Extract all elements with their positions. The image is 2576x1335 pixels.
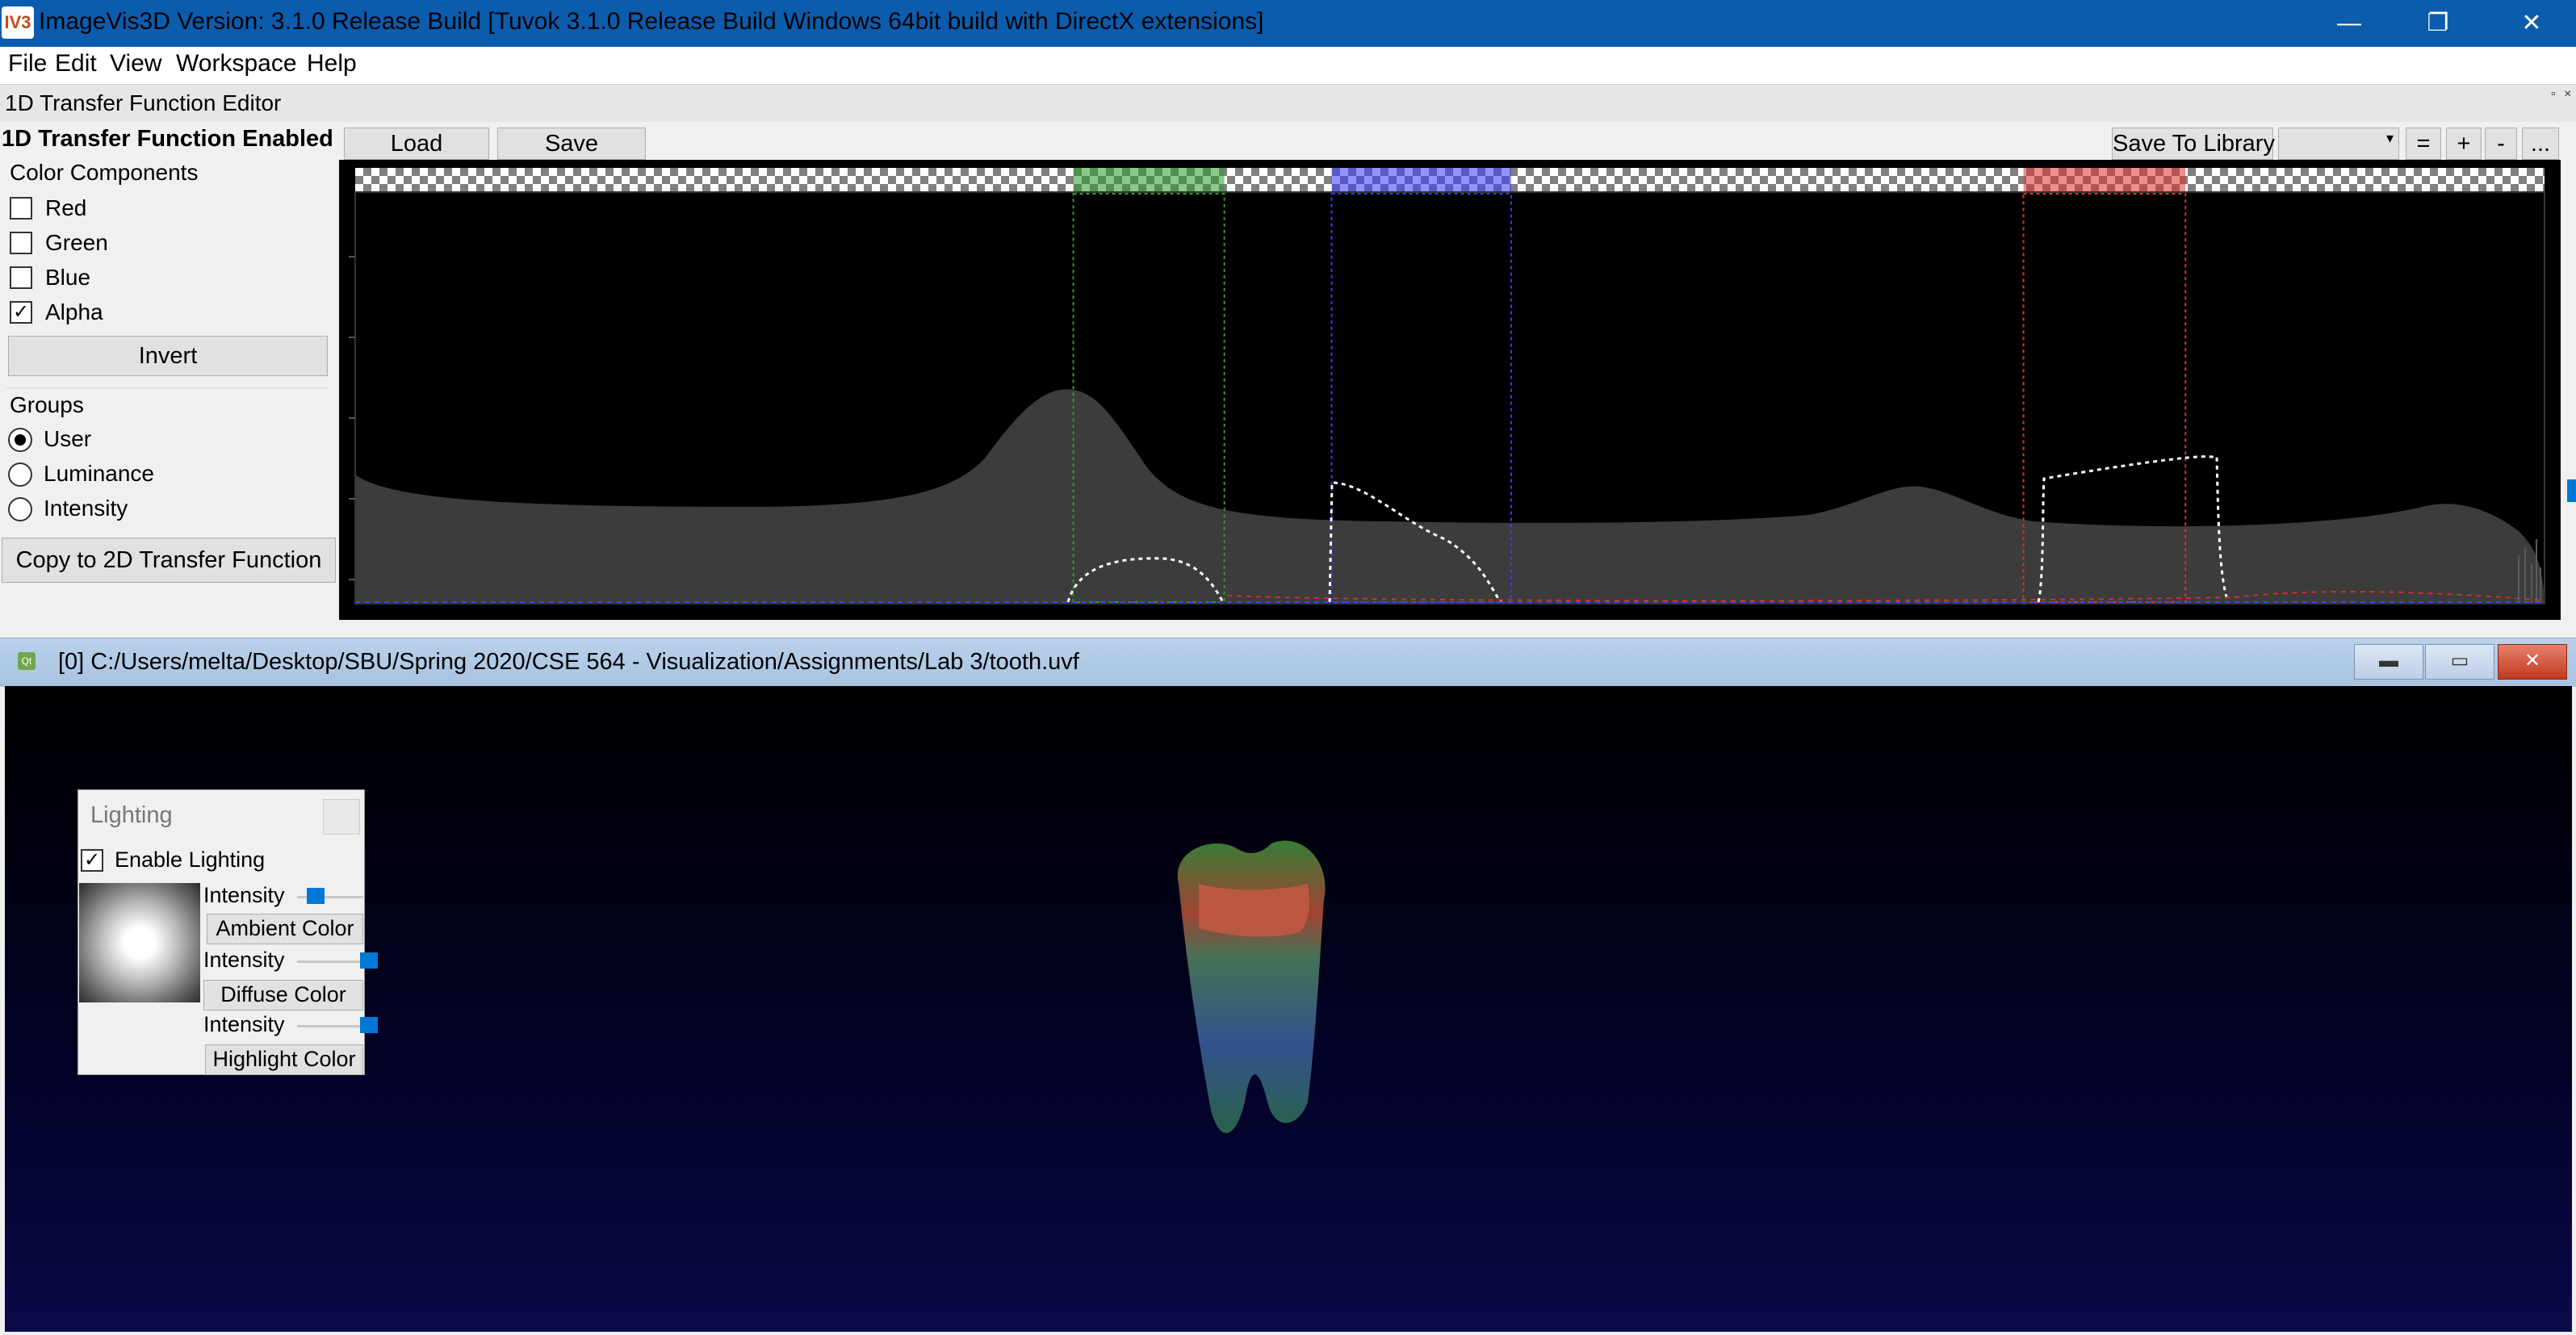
highlight-intensity-slider[interactable] (359, 1017, 378, 1033)
plus-button[interactable]: + (2446, 128, 2482, 160)
load-button[interactable]: Load (344, 128, 489, 160)
render-minimize-button[interactable]: ▬ (2354, 644, 2423, 680)
strip-segment-blue (1331, 168, 1511, 192)
menu-bar (0, 47, 2576, 84)
menu-help[interactable]: Help (307, 50, 357, 77)
tooth-volume-rendering (1177, 840, 1326, 1133)
chevron-down-icon: ▾ (2385, 130, 2394, 146)
ambient-color-button[interactable]: Ambient Color (207, 914, 363, 944)
render-window-title: [0] C:/Users/melta/Desktop/SBU/Spring 20… (58, 649, 1079, 675)
lighting-title: Lighting (90, 802, 173, 828)
panel-close-icon[interactable]: × (2564, 87, 2571, 102)
radio-luminance-label: Luminance (44, 461, 154, 486)
enable-lighting-label: Enable Lighting (115, 847, 266, 872)
radio-user-label: User (44, 426, 92, 451)
diffuse-intensity-slider[interactable] (359, 952, 378, 969)
groups-label: Groups (10, 392, 84, 417)
radio-intensity-label: Intensity (44, 496, 128, 521)
more-button[interactable]: ... (2522, 128, 2559, 160)
menu-edit[interactable]: Edit (55, 50, 97, 77)
highlight-color-button[interactable]: Highlight Color (205, 1044, 363, 1075)
invert-button[interactable]: Invert (8, 336, 328, 376)
close-button[interactable]: ✕ (2487, 0, 2576, 47)
transfer-function-canvas[interactable] (339, 160, 2561, 620)
checkbox-blue-label: Blue (45, 265, 91, 290)
lighting-close-icon[interactable] (323, 799, 360, 835)
radio-user[interactable] (8, 428, 32, 452)
window-title: ImageVis3D Version: 3.1.0 Release Build … (39, 8, 1264, 35)
strip-segment-green (1073, 168, 1225, 192)
radio-luminance[interactable] (8, 462, 32, 487)
checkbox-green[interactable] (10, 232, 32, 254)
minimize-button[interactable]: — (2305, 0, 2394, 47)
ambient-intensity-label: Intensity (203, 883, 285, 907)
diffuse-intensity-label: Intensity (203, 948, 285, 972)
save-button[interactable]: Save (497, 128, 646, 160)
save-to-library-button[interactable]: Save To Library (2112, 128, 2275, 160)
restore-button[interactable]: ❐ (2394, 0, 2482, 47)
divider (6, 387, 329, 388)
checkbox-green-label: Green (45, 230, 108, 255)
highlight-intensity-label: Intensity (203, 1012, 285, 1036)
checkbox-alpha[interactable]: ✓ (10, 301, 32, 324)
tooth-crown-region (1199, 884, 1309, 937)
highlight-intensity-track (297, 1025, 363, 1027)
checkbox-blue[interactable] (10, 266, 32, 289)
menu-file[interactable]: File (8, 50, 47, 77)
menu-workspace[interactable]: Workspace (176, 50, 297, 77)
tf-editor-header (0, 84, 2576, 122)
qt-icon: Qt (18, 652, 36, 670)
equal-button[interactable]: = (2406, 128, 2441, 160)
app-icon: IV3 (2, 6, 34, 39)
menu-view[interactable]: View (110, 50, 161, 77)
diffuse-intensity-track (297, 960, 363, 963)
float-icon[interactable]: ▫ (2551, 87, 2556, 102)
checkbox-red[interactable] (10, 197, 32, 220)
strip-segment-red (2023, 168, 2186, 192)
tf-editor-title: 1D Transfer Function Editor (5, 90, 282, 115)
render-close-button[interactable]: ✕ (2498, 644, 2567, 680)
render-maximize-button[interactable]: ▭ (2425, 644, 2494, 680)
copy-to-2d-button[interactable]: Copy to 2D Transfer Function (2, 538, 336, 583)
diffuse-color-button[interactable]: Diffuse Color (203, 980, 363, 1011)
minus-button[interactable]: - (2485, 128, 2517, 160)
enable-lighting-checkbox[interactable]: ✓ (81, 849, 103, 872)
tf-enabled-label: 1D Transfer Function Enabled (2, 126, 333, 152)
library-select[interactable]: ▾ (2278, 128, 2399, 160)
radio-intensity[interactable] (8, 497, 32, 521)
checkbox-red-label: Red (45, 195, 87, 220)
scroll-handle[interactable] (2567, 479, 2576, 502)
ambient-intensity-slider[interactable] (306, 888, 325, 904)
checkbox-alpha-label: Alpha (45, 299, 103, 324)
color-components-label: Color Components (10, 160, 199, 185)
light-preview-sphere (79, 883, 200, 1002)
